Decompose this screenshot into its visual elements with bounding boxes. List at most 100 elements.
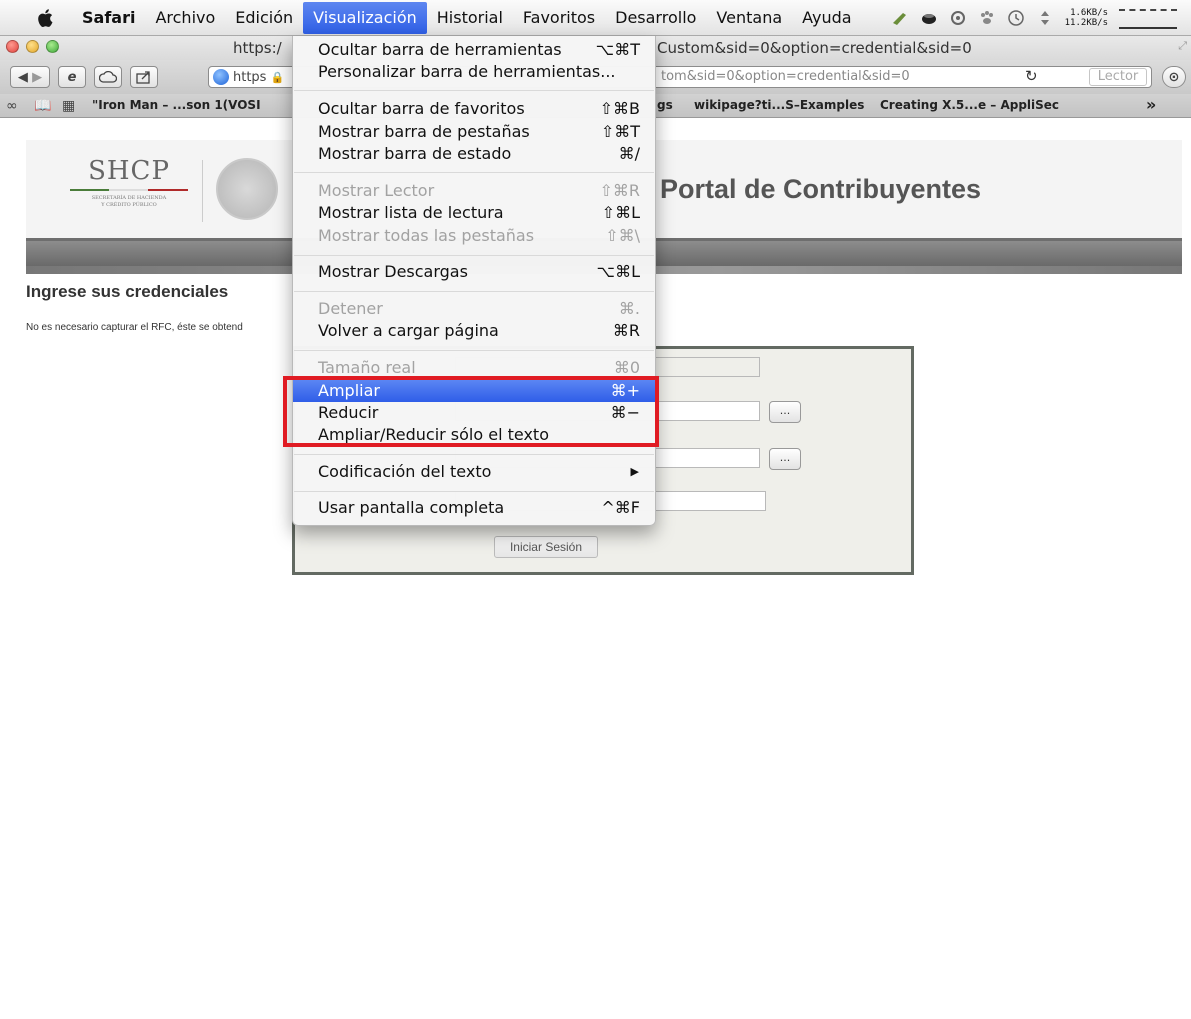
back-arrow-icon[interactable]: ◀ — [18, 70, 28, 85]
net-upload-speed: 1.6KB/s — [1070, 8, 1108, 18]
menu-item-shortcut: ⇧⌘R — [599, 181, 640, 200]
menu-item-shortcut: ⌘/ — [618, 144, 640, 163]
menu-item-label: Ocultar barra de favoritos — [318, 99, 525, 118]
menu-item-label: Personalizar barra de herramientas... — [318, 62, 616, 81]
menu-ventana[interactable]: Ventana — [706, 2, 792, 34]
coffee-cup-icon[interactable] — [920, 9, 938, 27]
icloud-tabs-button[interactable] — [94, 66, 122, 88]
status-tray: 1.6KB/s 11.2KB/s — [891, 0, 1177, 36]
menu-item-label: Volver a cargar página — [318, 321, 499, 340]
menu-separator — [294, 350, 654, 351]
menu-ayuda[interactable]: Ayuda — [792, 2, 861, 34]
submenu-arrow-icon: ▶ — [630, 465, 639, 478]
bookmark-item[interactable]: gs — [657, 98, 673, 112]
login-submit-button[interactable]: Iniciar Sesión — [494, 536, 598, 558]
menu-historial[interactable]: Historial — [427, 2, 513, 34]
bookmark-item[interactable]: "Iron Man – ...son 1(VOSI — [92, 98, 261, 112]
reload-icon[interactable]: ↻ — [1025, 67, 1038, 85]
menu-item-label: Mostrar barra de pestañas — [318, 122, 530, 141]
url-prefix: https 🔒 — [213, 69, 284, 85]
highlight-annotation-box — [283, 376, 659, 447]
sync-icon[interactable] — [949, 9, 967, 27]
shcp-title: SHCP — [88, 156, 170, 186]
menu-item-show-status-bar[interactable]: Mostrar barra de estado ⌘/ — [293, 143, 655, 165]
menu-item-hide-favorites-bar[interactable]: Ocultar barra de favoritos ⇧⌘B — [293, 98, 655, 120]
menu-item-label: Mostrar lista de lectura — [318, 203, 504, 222]
minimize-window-button[interactable] — [26, 40, 39, 53]
ie-tab-button[interactable]: e — [58, 66, 86, 88]
share-button[interactable] — [130, 66, 158, 88]
national-seal-icon — [216, 158, 278, 220]
menu-item-text-encoding[interactable]: Codificación del texto ▶ — [293, 461, 655, 483]
menu-item-label: Ocultar barra de herramientas — [318, 40, 562, 59]
lock-icon: 🔒 — [270, 70, 285, 84]
page-heading: Ingrese sus credenciales — [26, 282, 229, 301]
menu-item-show-tab-bar[interactable]: Mostrar barra de pestañas ⇧⌘T — [293, 121, 655, 143]
url-text: tom&sid=0&option=credential&sid=0 — [661, 69, 910, 84]
menu-separator — [294, 255, 654, 256]
menu-separator — [294, 90, 654, 91]
menu-item-show-downloads[interactable]: Mostrar Descargas ⌥⌘L — [293, 261, 655, 283]
menu-edicion[interactable]: Edición — [225, 2, 303, 34]
menu-item-label: Detener — [318, 299, 383, 318]
menu-item-show-reader: Mostrar Lector ⇧⌘R — [293, 180, 655, 202]
time-machine-icon[interactable] — [1007, 9, 1025, 27]
menu-item-show-reading-list[interactable]: Mostrar lista de lectura ⇧⌘L — [293, 202, 655, 224]
menu-item-label: Mostrar Descargas — [318, 262, 468, 281]
ie-logo-icon: e — [67, 69, 77, 85]
browse-key-button[interactable]: ... — [769, 448, 801, 470]
menu-separator — [294, 454, 654, 455]
reading-glasses-icon[interactable]: ∞ — [6, 98, 18, 114]
menu-favoritos[interactable]: Favoritos — [513, 2, 605, 34]
shcp-logo[interactable]: SHCP SECRETARÍA DE HACIENDA Y CRÉDITO PÚ… — [70, 156, 188, 209]
menu-archivo[interactable]: Archivo — [145, 2, 225, 34]
reader-button[interactable]: Lector — [1089, 68, 1147, 86]
rfc-note: No es necesario capturar el RFC, éste se… — [26, 322, 243, 333]
menu-desarrollo[interactable]: Desarrollo — [605, 2, 706, 34]
back-forward-buttons[interactable]: ◀ ▶ — [10, 66, 50, 88]
menu-item-shortcut: ⇧⌘B — [599, 99, 640, 118]
menu-item-shortcut: ⌥⌘L — [596, 262, 640, 281]
menu-item-reload-page[interactable]: Volver a cargar página ⌘R — [293, 320, 655, 342]
cloud-icon — [99, 71, 117, 83]
shcp-subtitle-1: SECRETARÍA DE HACIENDA — [91, 195, 167, 201]
menu-visualizacion[interactable]: Visualización — [303, 1, 427, 34]
header-divider — [202, 160, 203, 222]
menu-item-hide-toolbar[interactable]: Ocultar barra de herramientas ⌥⌘T — [293, 39, 655, 61]
network-graph — [1119, 7, 1177, 29]
browse-certificate-button[interactable]: ... — [769, 401, 801, 423]
url-scheme: https — [233, 69, 267, 85]
top-sites-grid-icon[interactable]: ▦ — [62, 98, 75, 114]
forward-arrow-icon[interactable]: ▶ — [32, 70, 42, 85]
shcp-tricolor-line — [70, 189, 188, 191]
updown-arrows-icon[interactable] — [1036, 9, 1054, 27]
menu-item-label: Mostrar barra de estado — [318, 144, 512, 163]
broom-icon[interactable] — [891, 9, 909, 27]
menu-separator — [294, 172, 654, 173]
bookmarks-overflow-button[interactable]: » — [1146, 95, 1156, 114]
fullscreen-icon[interactable]: ⤢ — [1178, 39, 1187, 53]
bookmark-item[interactable]: wikipage?ti...S–Examples — [694, 98, 864, 112]
menu-item-shortcut: ⇧⌘L — [601, 203, 640, 222]
menu-item-label: Mostrar Lector — [318, 181, 435, 200]
menu-item-shortcut: ⇧⌘T — [600, 122, 640, 141]
book-icon[interactable]: 📖 — [34, 98, 51, 114]
apple-logo-icon[interactable] — [34, 7, 58, 29]
menu-item-shortcut: ⌘R — [612, 321, 640, 340]
window-title-start: https:/ — [233, 39, 282, 57]
menu-item-shortcut: ⌘. — [618, 299, 640, 318]
view-menu-dropdown: Ocultar barra de herramientas ⌥⌘T Person… — [292, 36, 656, 526]
menu-item-full-screen[interactable]: Usar pantalla completa ^⌘F — [293, 497, 655, 519]
menu-item-customize-toolbar[interactable]: Personalizar barra de herramientas... — [293, 61, 655, 83]
bookmark-item[interactable]: Creating X.5...e – AppliSec — [880, 98, 1059, 112]
menu-item-stop: Detener ⌘. — [293, 298, 655, 320]
menu-item-label: Mostrar todas las pestañas — [318, 226, 535, 245]
paw-icon[interactable] — [978, 9, 996, 27]
share-icon — [136, 71, 150, 84]
close-window-button[interactable] — [6, 40, 19, 53]
downloads-button[interactable]: ⊙ — [1162, 66, 1186, 88]
zoom-window-button[interactable] — [46, 40, 59, 53]
window-controls — [6, 40, 59, 53]
menu-safari[interactable]: Safari — [72, 2, 145, 34]
menu-item-label: Usar pantalla completa — [318, 498, 505, 517]
